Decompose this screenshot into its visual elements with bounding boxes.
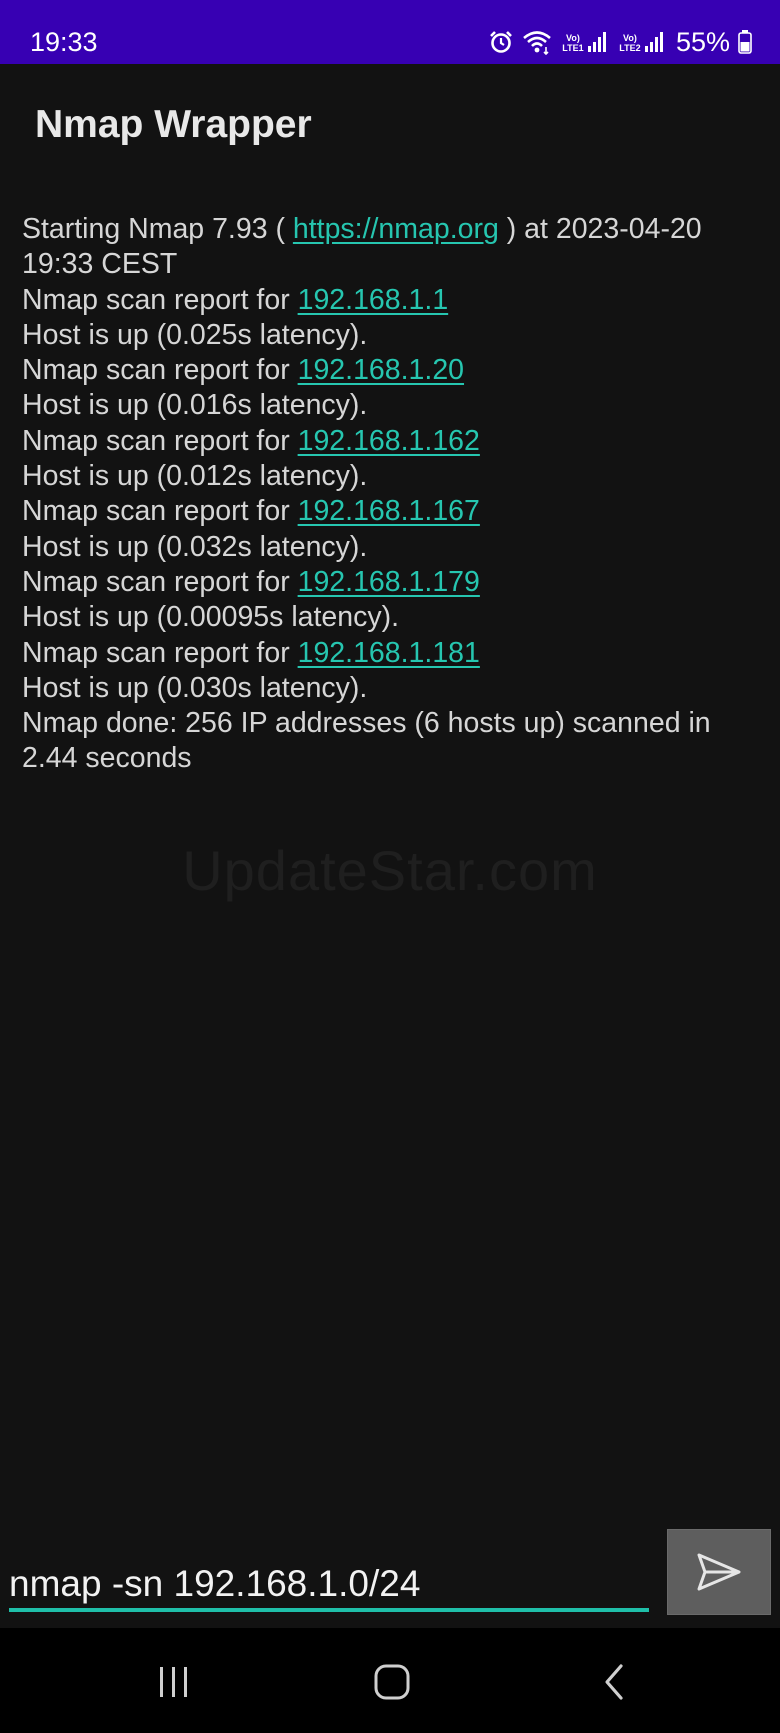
recents-button[interactable]: [144, 1662, 204, 1702]
battery-icon: [738, 30, 752, 54]
screen: 19:33 Vo) LTE1 Vo) LTE2 55% Nmap Wrapper…: [0, 0, 780, 1733]
sim2-label: Vo) LTE2: [619, 33, 641, 53]
signal-icon: [587, 32, 606, 52]
app-title: Nmap Wrapper: [35, 103, 312, 146]
ip-link[interactable]: 192.168.1.162: [298, 425, 480, 457]
report-prefix: Nmap scan report for: [22, 354, 298, 387]
back-button[interactable]: [584, 1662, 644, 1702]
sim1-signal: Vo) LTE1: [560, 31, 609, 53]
ip-link[interactable]: 192.168.1.179: [298, 566, 480, 598]
start-text: Starting Nmap 7.93 (: [22, 213, 293, 245]
home-icon: [374, 1664, 410, 1700]
report-line: Nmap scan report for 192.168.1.20: [22, 353, 762, 388]
ip-link[interactable]: 192.168.1.181: [298, 637, 480, 669]
navigation-bar: [0, 1628, 780, 1733]
report-line: Nmap scan report for 192.168.1.162: [22, 424, 762, 459]
host-status: Host is up (0.016s latency).: [22, 389, 368, 422]
command-input[interactable]: [9, 1560, 649, 1612]
nmap-link[interactable]: https://nmap.org: [293, 213, 499, 245]
send-button[interactable]: [667, 1529, 771, 1615]
host-status: Host is up (0.012s latency).: [22, 460, 368, 493]
command-bar: [0, 1520, 780, 1628]
report-list: Nmap scan report for 192.168.1.1 Host is …: [22, 283, 762, 707]
status-icons: Vo) LTE1 Vo) LTE2 55%: [488, 24, 752, 60]
status-bar: 19:33 Vo) LTE1 Vo) LTE2 55%: [0, 0, 780, 64]
watermark: UpdateStar.com: [182, 839, 598, 902]
report-line: Nmap scan report for 192.168.1.1: [22, 283, 762, 318]
report-prefix: Nmap scan report for: [22, 283, 298, 316]
report-line: Nmap scan report for 192.168.1.167: [22, 494, 762, 529]
sim1-label: Vo) LTE1: [562, 33, 584, 53]
alarm-icon: [488, 29, 514, 55]
host-status: Host is up (0.030s latency).: [22, 671, 368, 704]
report-prefix: Nmap scan report for: [22, 636, 298, 669]
signal-icon: [644, 32, 663, 52]
scan-output: Starting Nmap 7.93 ( https://nmap.org ) …: [22, 212, 762, 777]
ip-link[interactable]: 192.168.1.1: [298, 284, 449, 316]
home-button[interactable]: [362, 1662, 422, 1702]
host-status: Host is up (0.025s latency).: [22, 318, 368, 351]
host-status: Host is up (0.032s latency).: [22, 530, 368, 563]
report-line: Nmap scan report for 192.168.1.181: [22, 636, 762, 671]
app-bar: Nmap Wrapper: [0, 64, 780, 190]
ip-link[interactable]: 192.168.1.20: [298, 354, 464, 386]
report-line: Nmap scan report for 192.168.1.179: [22, 565, 762, 600]
send-icon: [697, 1553, 741, 1591]
report-prefix: Nmap scan report for: [22, 424, 298, 457]
host-status: Host is up (0.00095s latency).: [22, 601, 400, 634]
output-start-line: Starting Nmap 7.93 ( https://nmap.org ) …: [22, 212, 762, 283]
report-prefix: Nmap scan report for: [22, 495, 298, 528]
summary-line: Nmap done: 256 IP addresses (6 hosts up)…: [22, 707, 711, 775]
back-icon: [605, 1664, 623, 1700]
ip-link[interactable]: 192.168.1.167: [298, 495, 480, 527]
report-prefix: Nmap scan report for: [22, 565, 298, 598]
battery-percent: 55%: [675, 27, 730, 57]
wifi-icon: [522, 29, 552, 55]
sim2-signal: Vo) LTE2: [617, 31, 666, 53]
status-time: 19:33: [30, 27, 98, 57]
recents-icon: [160, 1667, 187, 1697]
